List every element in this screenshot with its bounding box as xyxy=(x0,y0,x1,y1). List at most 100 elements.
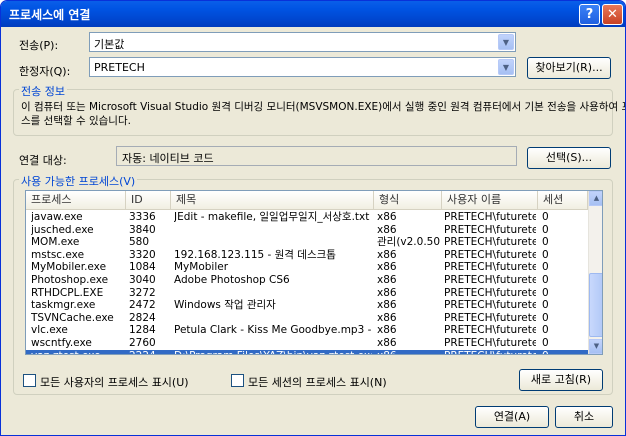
cell-title: Petula Clark - Kiss Me Goodbye.mp3 - VLC… xyxy=(174,324,372,337)
transport-combo[interactable]: 기본값 ▼ xyxy=(89,32,516,52)
cell-type: x86 xyxy=(377,350,440,354)
table-row[interactable]: yaz-ztest.exe 2224 D:\Program Files\YAZ\bi… xyxy=(26,349,588,354)
attach-button[interactable]: 연결(A) xyxy=(475,406,549,428)
attach-to-field: 자동: 네이티브 코드 xyxy=(116,146,517,166)
vertical-scrollbar[interactable]: ▲ ▼ xyxy=(588,191,602,354)
cell-user: PRETECH\futuretech xyxy=(444,286,536,299)
cell-id: 1084 xyxy=(129,261,156,274)
cell-title: 192.168.123.115 - 원격 데스크톱 xyxy=(174,248,336,261)
cancel-button[interactable]: 취소 xyxy=(555,406,613,428)
column-header-session[interactable]: 세션 xyxy=(538,191,588,209)
all-sessions-checkbox[interactable] xyxy=(231,374,244,387)
refresh-button[interactable]: 새로 고침(R) xyxy=(519,369,603,391)
cell-type: x86 xyxy=(377,223,397,236)
cell-session: 0 xyxy=(542,337,549,349)
qualifier-combo[interactable]: PRETECH ▼ xyxy=(89,57,516,77)
cell-type: 관리(v2.0.50... xyxy=(377,236,440,249)
process-list[interactable]: 프로세스 ID 제목 형식 사용자 이름 세션 javaw.exe 3336 JEd… xyxy=(25,190,603,355)
table-row[interactable]: jusched.exe 3840 x86 PRETECH\futuretech 0 xyxy=(26,224,588,237)
window-title: 프로세스에 연결 xyxy=(9,8,91,22)
qualifier-label: 한정자(Q): xyxy=(19,65,71,78)
cell-id: 2760 xyxy=(129,337,156,349)
cell-process: TSVNCache.exe xyxy=(31,311,114,324)
cell-title: Adobe Photoshop CS6 xyxy=(174,274,290,286)
cell-process: MOM.exe xyxy=(31,236,80,249)
cell-session: 0 xyxy=(542,311,549,324)
browse-button[interactable]: 찾아보기(R)... xyxy=(527,57,611,79)
column-header-id[interactable]: ID xyxy=(126,191,171,209)
table-row[interactable]: RTHDCPL.EXE 3272 x86 PRETECH\futuretech 0 xyxy=(26,287,588,300)
column-header-user[interactable]: 사용자 이름 xyxy=(442,191,538,209)
cell-type: x86 xyxy=(377,274,397,286)
chevron-down-icon[interactable]: ▼ xyxy=(498,34,514,50)
cell-title: MyMobiler xyxy=(174,261,229,274)
table-row[interactable]: MOM.exe 580 관리(v2.0.50... PRETECH\futuretec… xyxy=(26,236,588,249)
select-button[interactable]: 선택(S)... xyxy=(527,147,611,169)
cell-id: 2824 xyxy=(129,311,156,324)
all-users-checkbox[interactable] xyxy=(23,374,36,387)
cell-user: PRETECH\futuretech xyxy=(444,274,536,286)
cell-user: PRETECH\futuretech xyxy=(444,337,536,349)
available-processes-title: 사용 가능한 프로세스(V) xyxy=(19,173,138,189)
attach-to-process-dialog: 프로세스에 연결 ? ✕ 전송(P): 기본값 ▼ 한정자(Q): PRETEC… xyxy=(0,0,626,436)
scroll-up-icon[interactable]: ▲ xyxy=(589,191,602,206)
cell-session: 0 xyxy=(542,274,549,286)
cell-type: x86 xyxy=(377,286,397,299)
cell-id: 580 xyxy=(129,236,150,249)
cell-id: 3840 xyxy=(129,223,156,236)
scroll-thumb[interactable] xyxy=(589,273,602,337)
cell-id: 3336 xyxy=(129,211,156,223)
cell-session: 0 xyxy=(542,223,549,236)
table-row[interactable]: mstsc.exe 3320 192.168.123.115 - 원격 데스크톱 x8… xyxy=(26,249,588,262)
cell-process: mstsc.exe xyxy=(31,248,85,261)
transport-label: 전송(P): xyxy=(19,39,59,52)
cell-session: 0 xyxy=(542,350,582,354)
cell-type: x86 xyxy=(377,261,397,274)
cell-user: PRETECH\futuretech xyxy=(444,261,536,274)
cell-process: yaz-ztest.exe xyxy=(31,350,125,354)
help-button[interactable]: ? xyxy=(579,4,600,25)
cell-process: MyMobiler.exe xyxy=(31,261,107,274)
table-row[interactable]: javaw.exe 3336 JEdit - makefile, 일일업무일지_서상… xyxy=(26,211,588,224)
table-row[interactable]: Photoshop.exe 3040 Adobe Photoshop CS6 x86 P… xyxy=(26,274,588,287)
cell-title: JEdit - makefile, 일일업무일지_서상호.txt xyxy=(174,211,370,223)
cell-type: x86 xyxy=(377,337,397,349)
table-row[interactable]: wscntfy.exe 2760 x86 PRETECH\futuretech 0 xyxy=(26,337,588,350)
all-sessions-label[interactable]: 모든 세션의 프로세스 표시(N) xyxy=(248,374,387,390)
cell-user: PRETECH\futuretech xyxy=(444,299,536,312)
cell-type: x86 xyxy=(377,311,397,324)
cell-session: 0 xyxy=(542,299,549,312)
column-header-type[interactable]: 형식 xyxy=(374,191,442,209)
table-row[interactable]: taskmgr.exe 2472 Windows 작업 관리자 x86 PRETECH\… xyxy=(26,299,588,312)
cell-user: PRETECH\futuretech xyxy=(444,311,536,324)
chevron-down-icon[interactable]: ▼ xyxy=(498,59,514,75)
transport-info-text-line1: 이 컴퓨터 또는 Microsoft Visual Studio 원격 디버깅 … xyxy=(21,101,626,113)
cell-id: 2472 xyxy=(129,299,156,312)
scroll-down-icon[interactable]: ▼ xyxy=(589,339,602,354)
transport-info-text-line2: 스를 선택할 수 있습니다. xyxy=(21,115,131,127)
cell-process: Photoshop.exe xyxy=(31,274,109,286)
cell-type: x86 xyxy=(377,211,397,223)
cell-session: 0 xyxy=(542,261,549,274)
cell-id: 1284 xyxy=(129,324,156,337)
title-bar[interactable]: 프로세스에 연결 ? ✕ xyxy=(1,1,625,27)
close-button[interactable]: ✕ xyxy=(602,4,623,25)
attach-to-label: 연결 대상: xyxy=(19,154,67,167)
process-list-header: 프로세스 ID 제목 형식 사용자 이름 세션 xyxy=(26,191,588,210)
cell-type: x86 xyxy=(377,299,397,312)
column-header-title[interactable]: 제목 xyxy=(171,191,374,209)
cell-session: 0 xyxy=(542,324,549,337)
cell-session: 0 xyxy=(542,236,549,249)
transport-value: 기본값 xyxy=(94,38,125,51)
column-header-process[interactable]: 프로세스 xyxy=(26,191,126,209)
all-users-label[interactable]: 모든 사용자의 프로세스 표시(U) xyxy=(40,374,189,390)
cell-user: PRETECH\futuretech xyxy=(444,324,536,337)
cell-process: javaw.exe xyxy=(31,211,83,223)
cell-user: PRETECH\futuretech xyxy=(444,236,536,249)
cell-process: vlc.exe xyxy=(31,324,68,337)
cell-user: PRETECH\futuretech xyxy=(444,248,536,261)
qualifier-value: PRETECH xyxy=(94,61,145,74)
table-row[interactable]: TSVNCache.exe 2824 x86 PRETECH\futuretech 0 xyxy=(26,312,588,325)
table-row[interactable]: MyMobiler.exe 1084 MyMobiler x86 PRETECH\fut… xyxy=(26,261,588,274)
table-row[interactable]: vlc.exe 1284 Petula Clark - Kiss Me Goodby… xyxy=(26,324,588,337)
